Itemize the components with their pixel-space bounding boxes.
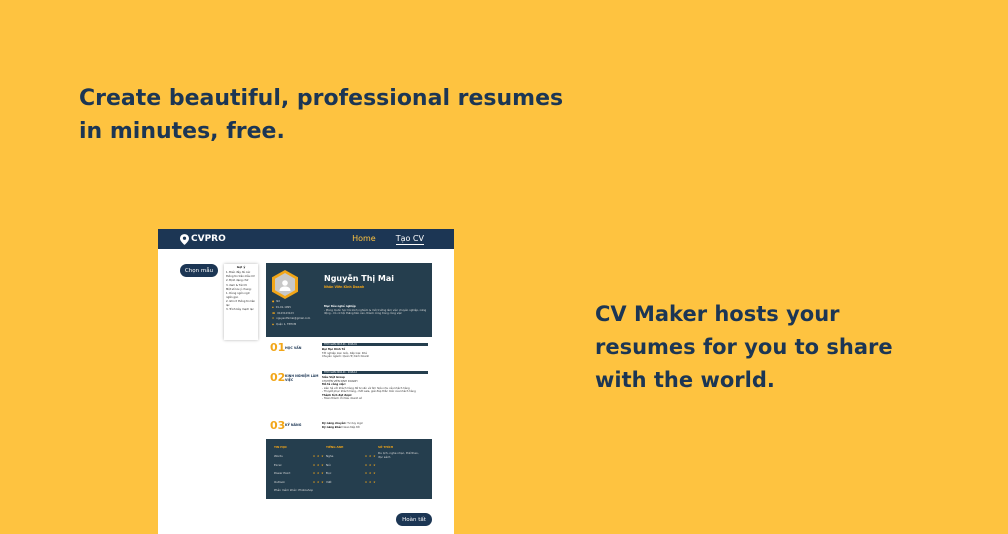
- user-placeholder-icon: [279, 279, 291, 291]
- hero-subline: CV Maker hosts your resumes for you to s…: [595, 302, 893, 392]
- tips-title: Gợi ý: [236, 265, 246, 269]
- other-software[interactable]: Phần mềm khác: Photoshop: [274, 488, 313, 492]
- star-icon: ★ ★ ★: [364, 471, 376, 476]
- star-icon: ★ ★ ★: [364, 462, 376, 467]
- star-icon: ★ ★ ★: [364, 479, 376, 484]
- location-pin-icon: [180, 233, 189, 245]
- star-icon: ★ ★ ★: [312, 462, 324, 467]
- cv-header: Nguyễn Thị Mai Nhân Viên Kinh Doanh ● Nữ …: [266, 263, 432, 337]
- section-body[interactable]: Siêu Việt Group CHUYÊN VIÊN KINH DOANH M…: [322, 376, 428, 401]
- tip-item: 3. Xem & Tải CV: [226, 283, 248, 287]
- cv-skills-panel: TIN HỌC Words ★ ★ ★ Excel ★ ★ ★ Power Poin…: [266, 439, 432, 499]
- tip-item: 1. Dùng ngôn ngữ ngắn gọn: [226, 292, 250, 299]
- cv-template: Nguyễn Thị Mai Nhân Viên Kinh Doanh ● Nữ …: [266, 263, 432, 499]
- section-number: 03: [270, 419, 286, 432]
- section-label: KỸ NĂNG: [285, 423, 302, 427]
- tip-item: 3. Trình bày mạch lạc: [226, 308, 254, 312]
- contact-item[interactable]: ◆ Quận 1, TPHCM: [272, 322, 310, 328]
- star-icon: ★ ★ ★: [312, 454, 324, 458]
- avatar[interactable]: [272, 270, 298, 299]
- section-body[interactable]: Đại Học Kinh Tế Tốt nghiệp loại: Giỏi, X…: [322, 348, 428, 359]
- star-icon: ★ ★ ★: [364, 454, 376, 458]
- nav-home[interactable]: Home: [352, 234, 376, 245]
- section-body[interactable]: Kỹ năng chuyên: Tư duy logic Kỹ năng khá…: [322, 422, 428, 429]
- nav-links: Home Tạo CV: [352, 234, 424, 245]
- calendar-icon: ▪: [272, 305, 274, 309]
- tip-item: 1. Điền đầy đủ các thông tin trên mẫu CV: [226, 271, 255, 278]
- section-time-bar: THỜI GIAN 2013-01 - 2016-01: [322, 343, 428, 346]
- app-preview: CVPRO Home Tạo CV Chọn mẫu Gợi ý 1. Điền…: [158, 229, 454, 534]
- section-number: 02: [270, 371, 286, 384]
- cv-job-title[interactable]: Nhân Viên Kinh Doanh: [324, 285, 364, 289]
- brand-name: CVPRO: [191, 234, 226, 244]
- finish-button[interactable]: Hoàn tất: [396, 513, 432, 526]
- tip-item: 2. Ghi rõ thông tin liên lạc: [226, 300, 256, 307]
- goal-text: - Mong muốn học hỏi kinh nghiệm & môi tr…: [324, 308, 427, 316]
- tip-item: 2. Định dạng chữ: [226, 279, 249, 283]
- phone-icon: ☎: [272, 311, 276, 315]
- brand-logo[interactable]: CVPRO: [180, 233, 226, 245]
- skills-it[interactable]: TIN HỌC Words ★ ★ ★ Excel ★ ★ ★ Power Poin…: [274, 445, 324, 486]
- hero-headline: Create beautiful, professional resumes i…: [79, 86, 564, 144]
- app-navbar: CVPRO Home Tạo CV: [158, 229, 454, 249]
- mail-icon: ✉: [272, 317, 275, 321]
- hobbies[interactable]: SỞ THÍCH Du lịch, nghe nhạc, thể thao, đ…: [378, 445, 424, 459]
- section-time-bar: THỜI GIAN 2016-01 - 2018-12: [322, 371, 428, 374]
- cv-goal[interactable]: Mục tiêu nghề nghiệp - Mong muốn học hỏi…: [324, 305, 428, 316]
- choose-template-button[interactable]: Chọn mẫu: [180, 264, 218, 277]
- cv-contact-list: ● Nữ ▪ 01-01-1995 ☎ 0123123123 ✉ nguyenthima…: [272, 299, 310, 328]
- nav-create-cv[interactable]: Tạo CV: [395, 234, 424, 245]
- skills-english[interactable]: TIẾNG ANH Nghe ★ ★ ★ Nói ★ ★ ★ Đọc ★ ★ ★ Vi…: [326, 445, 376, 486]
- location-icon: ◆: [272, 323, 274, 327]
- section-label: KINH NGHIỆM LÀM VIỆC: [285, 374, 319, 382]
- section-number: 01: [270, 341, 286, 354]
- cv-name[interactable]: Nguyễn Thị Mai: [324, 274, 394, 283]
- star-icon: ★ ★ ★: [312, 471, 324, 476]
- star-icon: ★ ★ ★: [312, 479, 324, 484]
- tip-item: Một số lưu ý chung:: [226, 288, 252, 292]
- section-label: HỌC VẤN: [285, 346, 302, 350]
- tips-panel: Gợi ý 1. Điền đầy đủ các thông tin trên …: [224, 264, 258, 340]
- user-icon: ●: [272, 300, 275, 303]
